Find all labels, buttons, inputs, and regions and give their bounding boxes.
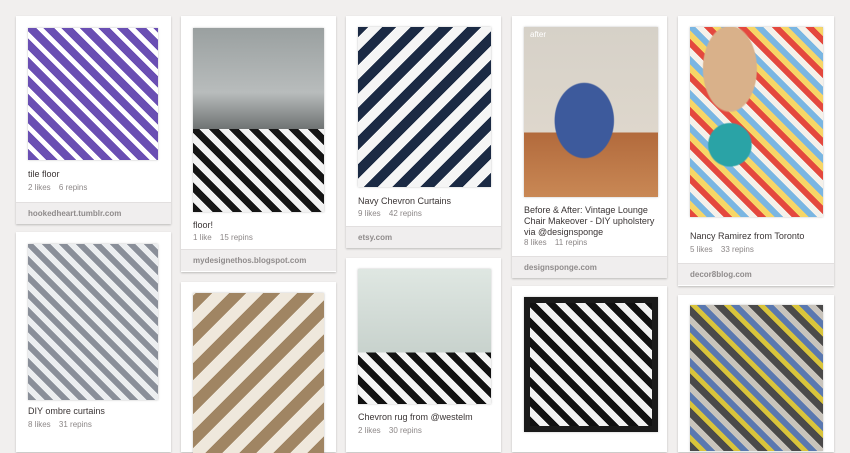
pin-source-link[interactable]: hookedheart.tumblr.com bbox=[16, 202, 171, 224]
pin-nancy-ramirez[interactable]: Nancy Ramirez from Toronto 5 likes 33 re… bbox=[678, 16, 834, 286]
pin-image[interactable] bbox=[193, 293, 324, 453]
pin-description: Before & After: Vintage Lounge Chair Mak… bbox=[524, 205, 655, 237]
pin-stats: 2 likes 30 repins bbox=[358, 426, 428, 435]
pin-navy-chevron-curtains[interactable]: Navy Chevron Curtains 9 likes 42 repins … bbox=[346, 16, 501, 248]
pin-image[interactable] bbox=[690, 305, 823, 451]
pin-tile-floor[interactable]: tile floor 2 likes 6 repins hookedheart.… bbox=[16, 16, 171, 224]
pin-wingback-chairs[interactable] bbox=[512, 286, 667, 452]
pin-description: floor! bbox=[193, 220, 214, 230]
pin-source-link[interactable]: etsy.com bbox=[346, 226, 501, 248]
pin-description: tile floor bbox=[28, 169, 60, 179]
like-count: 2 likes bbox=[358, 426, 381, 435]
pin-ombre-curtains[interactable]: DIY ombre curtains 8 likes 31 repins bbox=[16, 232, 171, 452]
pin-source-link[interactable]: designsponge.com bbox=[512, 256, 667, 278]
pin-description: Navy Chevron Curtains bbox=[358, 196, 452, 206]
pin-source-link[interactable]: mydesignethos.blogspot.com bbox=[181, 249, 336, 271]
like-count: 8 likes bbox=[524, 238, 547, 247]
pin-stats: 5 likes 33 repins bbox=[690, 245, 760, 254]
pin-stats: 1 like 15 repins bbox=[193, 233, 259, 242]
after-label: after bbox=[530, 30, 547, 39]
like-count: 2 likes bbox=[28, 183, 51, 192]
pin-image[interactable] bbox=[524, 297, 658, 432]
pin-stats: 2 likes 6 repins bbox=[28, 183, 93, 192]
repin-count: 11 repins bbox=[554, 238, 588, 247]
pin-image[interactable] bbox=[358, 269, 491, 404]
like-count: 1 like bbox=[193, 233, 212, 242]
repin-count: 6 repins bbox=[58, 183, 88, 192]
pin-mosaic-chevron[interactable] bbox=[678, 295, 834, 452]
pin-tan-chevron-wall[interactable] bbox=[181, 282, 336, 453]
repin-count: 30 repins bbox=[388, 426, 422, 435]
pin-image[interactable] bbox=[193, 28, 324, 212]
pin-stats: 9 likes 42 repins bbox=[358, 209, 428, 218]
pin-stats: 8 likes 31 repins bbox=[28, 420, 98, 429]
pin-stats: 8 likes 11 repins bbox=[524, 238, 593, 247]
like-count: 9 likes bbox=[358, 209, 381, 218]
repin-count: 15 repins bbox=[219, 233, 253, 242]
pin-image[interactable] bbox=[28, 28, 158, 160]
like-count: 5 likes bbox=[690, 245, 713, 254]
pin-chevron-rug[interactable]: Chevron rug from @westelm 2 likes 30 rep… bbox=[346, 258, 501, 452]
pin-image[interactable]: after bbox=[524, 27, 658, 197]
pin-image[interactable] bbox=[358, 27, 491, 187]
repin-count: 31 repins bbox=[58, 420, 92, 429]
pin-image[interactable] bbox=[28, 244, 158, 400]
like-count: 8 likes bbox=[28, 420, 51, 429]
pin-image[interactable] bbox=[690, 27, 823, 217]
pin-floor[interactable]: floor! 1 like 15 repins mydesignethos.bl… bbox=[181, 16, 336, 272]
pin-source-link[interactable]: decor8blog.com bbox=[678, 263, 834, 285]
pin-description: Nancy Ramirez from Toronto bbox=[690, 231, 805, 241]
pin-lounge-chair-makeover[interactable]: after Before & After: Vintage Lounge Cha… bbox=[512, 16, 667, 278]
pin-description: DIY ombre curtains bbox=[28, 406, 105, 416]
repin-count: 42 repins bbox=[388, 209, 422, 218]
repin-count: 33 repins bbox=[720, 245, 754, 254]
pin-description: Chevron rug from @westelm bbox=[358, 412, 473, 422]
